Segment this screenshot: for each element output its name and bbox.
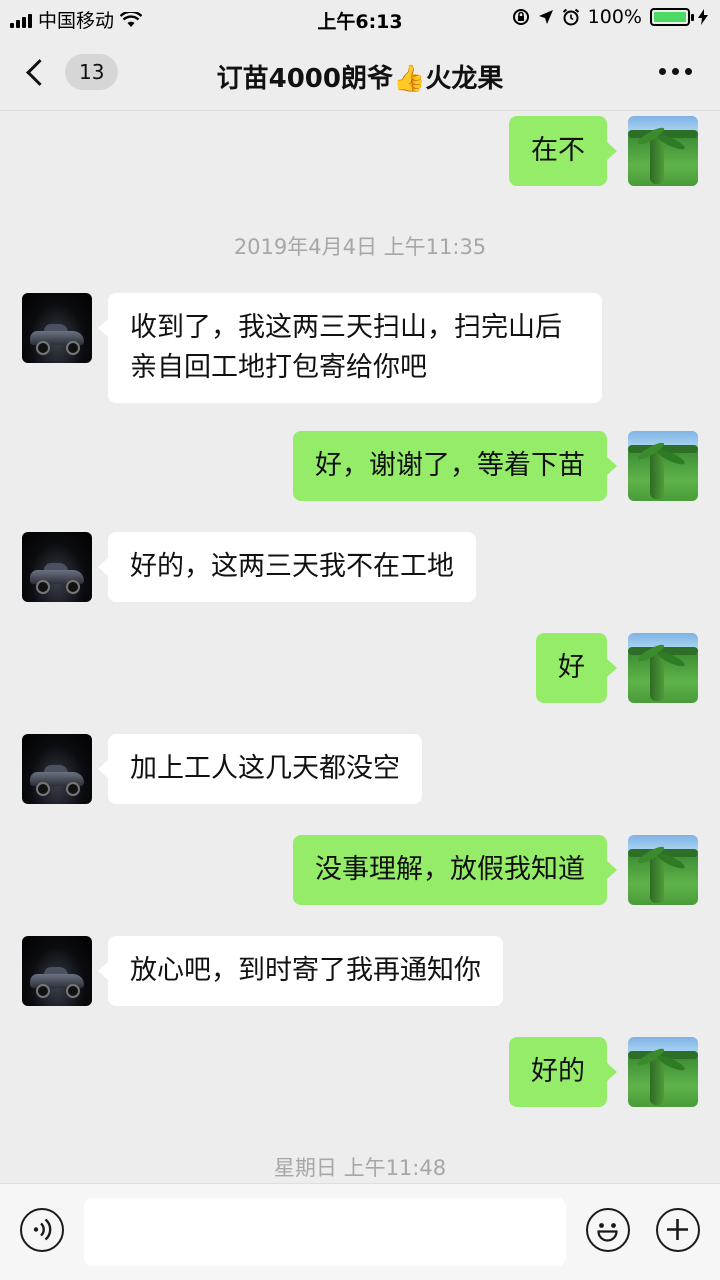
emoji-button[interactable] — [586, 1208, 630, 1252]
my-avatar[interactable] — [628, 431, 698, 501]
more-icon — [659, 68, 666, 75]
location-icon — [538, 10, 553, 24]
chat-title: 订苗4000朗爷👍火龙果 — [216, 64, 504, 94]
message-list[interactable]: 在不 2019年4月4日 上午11:35 收到了，我这两三天扫山，扫完山后亲自回… — [0, 111, 720, 1183]
message-bubble-outgoing[interactable]: 好，谢谢了，等着下苗 — [293, 431, 617, 501]
my-avatar[interactable] — [628, 633, 698, 703]
unread-count-badge: 13 — [65, 54, 119, 90]
plus-icon — [667, 1219, 688, 1240]
battery-icon — [650, 8, 694, 26]
status-right: 100% — [512, 6, 708, 28]
message-bubble-incoming[interactable]: 加上工人这几天都没空 — [98, 734, 422, 804]
message-bubble-outgoing[interactable]: 好 — [536, 633, 617, 703]
message-bubble-outgoing[interactable]: 没事理解，放假我知道 — [293, 835, 617, 905]
timestamp: 星期日 上午11:48 — [273, 1156, 447, 1180]
chevron-left-icon — [26, 58, 53, 86]
my-avatar[interactable] — [628, 116, 698, 186]
status-bar: 中国移动 上午6:13 100% — [0, 0, 720, 40]
my-avatar[interactable] — [628, 835, 698, 905]
contact-avatar[interactable] — [22, 293, 92, 363]
contact-avatar[interactable] — [22, 532, 92, 602]
emoji-icon — [597, 1223, 618, 1242]
message-input[interactable] — [84, 1198, 566, 1266]
charging-icon — [698, 9, 708, 25]
message-bubble-incoming[interactable]: 好的，这两三天我不在工地 — [98, 532, 476, 602]
message-bubble-incoming[interactable]: 放心吧，到时寄了我再通知你 — [98, 936, 503, 1006]
plus-button[interactable] — [656, 1208, 700, 1252]
nav-bar: 13 订苗4000朗爷👍火龙果 — [0, 40, 720, 111]
battery-percent: 100% — [587, 6, 642, 28]
message-bubble-outgoing[interactable]: 好的 — [509, 1037, 617, 1107]
timestamp: 2019年4月4日 上午11:35 — [233, 235, 487, 259]
my-avatar[interactable] — [628, 1037, 698, 1107]
voice-icon — [33, 1218, 52, 1241]
chat-screen: 中国移动 上午6:13 100% 13 订苗4000朗爷👍火龙果 在不 2019… — [0, 0, 720, 1280]
voice-button[interactable] — [20, 1208, 64, 1252]
alarm-icon — [562, 8, 579, 26]
input-bar — [0, 1183, 720, 1280]
contact-avatar[interactable] — [22, 936, 92, 1006]
message-bubble-outgoing[interactable]: 在不 — [509, 116, 617, 186]
message-bubble-incoming[interactable]: 收到了，我这两三天扫山，扫完山后亲自回工地打包寄给你吧 — [98, 293, 602, 403]
back-button[interactable]: 13 — [22, 54, 119, 90]
more-button[interactable] — [659, 68, 692, 75]
contact-avatar[interactable] — [22, 734, 92, 804]
rotation-lock-icon — [512, 9, 529, 25]
